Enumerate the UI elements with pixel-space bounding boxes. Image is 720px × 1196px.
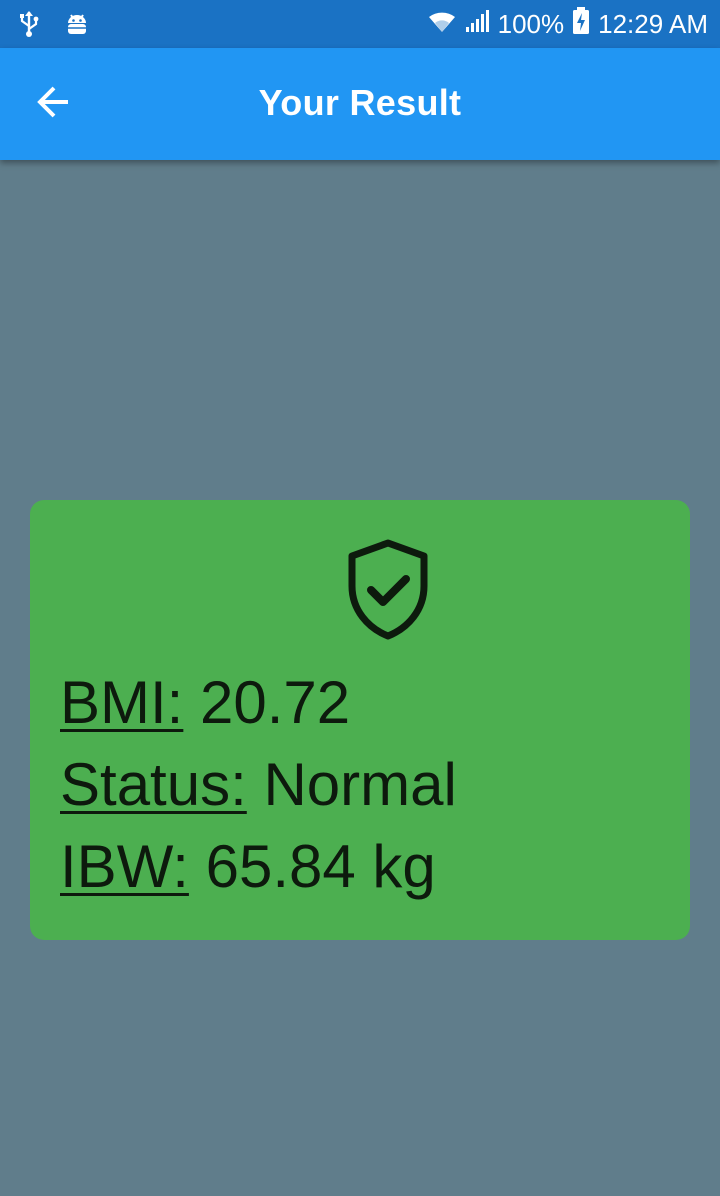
ibw-row: IBW: 65.84 kg	[60, 832, 436, 901]
ibw-value: 65.84 kg	[205, 833, 436, 900]
usb-icon	[18, 10, 40, 43]
status-row: Status: Normal	[60, 750, 457, 819]
android-debug-icon	[64, 11, 90, 42]
bmi-label: BMI:	[60, 669, 184, 736]
status-label: Status:	[60, 751, 247, 818]
status-left	[18, 10, 90, 43]
app-bar: Your Result	[0, 48, 720, 160]
ibw-label: IBW:	[60, 833, 189, 900]
clock: 12:29 AM	[598, 8, 708, 39]
status-bar: 100% 12:29 AM	[0, 0, 720, 48]
battery-percent: 100%	[497, 8, 565, 39]
page-title: Your Result	[258, 82, 462, 123]
bmi-row: BMI: 20.72	[60, 668, 350, 737]
wifi-icon	[428, 9, 456, 40]
result-card: BMI: 20.72 Status: Normal IBW: 65.84 kg	[30, 500, 690, 940]
bmi-value: 20.72	[200, 669, 351, 736]
battery-charging-icon	[572, 6, 590, 42]
status-right: 100% 12:29 AM	[428, 0, 708, 48]
status-value: Normal	[263, 751, 457, 818]
shield-check-icon	[346, 538, 430, 642]
signal-icon	[464, 9, 490, 40]
